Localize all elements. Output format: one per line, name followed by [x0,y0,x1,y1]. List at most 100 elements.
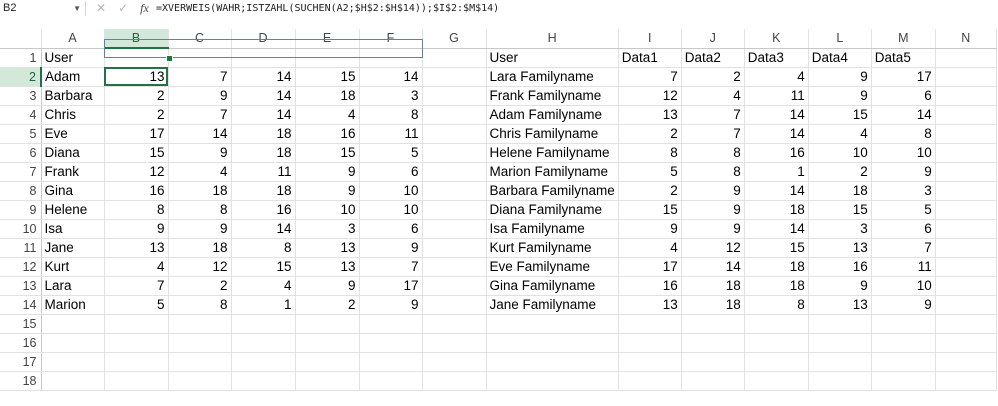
cell-b17[interactable] [104,352,169,372]
cell-l14[interactable]: 13 [808,295,872,315]
cell-d10[interactable]: 14 [231,219,296,239]
cell-m8[interactable]: 3 [871,181,936,201]
cell-l12[interactable]: 16 [808,257,872,277]
cell-l7[interactable]: 2 [808,162,872,182]
cell-h8[interactable]: Barbara Familyname [486,181,619,201]
cell-j1[interactable]: Data2 [681,48,745,68]
cell-j11[interactable]: 12 [681,238,745,258]
close-icon[interactable]: ✕ [96,1,106,15]
cell-m5[interactable]: 8 [871,124,936,144]
cell-k1[interactable]: Data3 [744,48,809,68]
select-all-corner[interactable] [0,29,42,49]
cell-e14[interactable]: 2 [295,295,360,315]
cell-m12[interactable]: 11 [871,257,936,277]
cell-h18[interactable] [486,371,619,391]
cell-l8[interactable]: 18 [808,181,872,201]
cell-h17[interactable] [486,352,619,372]
cell-a11[interactable]: Jane [41,238,105,258]
cell-f5[interactable]: 11 [359,124,423,144]
cell-n6[interactable] [935,143,997,163]
cell-e10[interactable]: 3 [295,219,360,239]
cell-b11[interactable]: 13 [104,238,169,258]
cell-m1[interactable]: Data5 [871,48,936,68]
row-header[interactable]: 17 [0,352,42,372]
cell-n2[interactable] [935,67,997,87]
row-header[interactable]: 4 [0,105,42,125]
cell-l13[interactable]: 9 [808,276,872,296]
cell-b2[interactable]: 13 [104,67,169,87]
cell-a4[interactable]: Chris [41,105,105,125]
cell-k6[interactable]: 16 [744,143,809,163]
cell-j2[interactable]: 2 [681,67,745,87]
cell-l2[interactable]: 9 [808,67,872,87]
cell-i16[interactable] [618,333,682,353]
cell-g13[interactable] [422,276,487,296]
cell-m4[interactable]: 14 [871,105,936,125]
cell-g10[interactable] [422,219,487,239]
cell-h7[interactable]: Marion Familyname [486,162,619,182]
cell-c5[interactable]: 14 [168,124,232,144]
cell-j15[interactable] [681,314,745,334]
cell-f18[interactable] [359,371,423,391]
cell-b18[interactable] [104,371,169,391]
cell-i9[interactable]: 15 [618,200,682,220]
cell-a8[interactable]: Gina [41,181,105,201]
column-header-k[interactable]: K [744,29,809,49]
cell-e16[interactable] [295,333,360,353]
cell-f11[interactable]: 9 [359,238,423,258]
cell-l15[interactable] [808,314,872,334]
cell-j10[interactable]: 9 [681,219,745,239]
cell-d2[interactable]: 14 [231,67,296,87]
cell-c3[interactable]: 9 [168,86,232,106]
cell-h12[interactable]: Eve Familyname [486,257,619,277]
cell-d7[interactable]: 11 [231,162,296,182]
cell-j14[interactable]: 18 [681,295,745,315]
cell-i17[interactable] [618,352,682,372]
cell-a10[interactable]: Isa [41,219,105,239]
cell-b5[interactable]: 17 [104,124,169,144]
cell-f3[interactable]: 3 [359,86,423,106]
cell-c10[interactable]: 9 [168,219,232,239]
cell-k18[interactable] [744,371,809,391]
cell-d16[interactable] [231,333,296,353]
cell-g8[interactable] [422,181,487,201]
cell-a12[interactable]: Kurt [41,257,105,277]
cell-g15[interactable] [422,314,487,334]
cell-a16[interactable] [41,333,105,353]
cell-j4[interactable]: 7 [681,105,745,125]
cell-i18[interactable] [618,371,682,391]
cell-f16[interactable] [359,333,423,353]
cell-f7[interactable]: 6 [359,162,423,182]
cell-n11[interactable] [935,238,997,258]
cell-j5[interactable]: 7 [681,124,745,144]
cell-i1[interactable]: Data1 [618,48,682,68]
cell-l18[interactable] [808,371,872,391]
cell-f6[interactable]: 5 [359,143,423,163]
row-header[interactable]: 14 [0,295,42,315]
cell-k13[interactable]: 18 [744,276,809,296]
cell-i3[interactable]: 12 [618,86,682,106]
cell-b4[interactable]: 2 [104,105,169,125]
cell-n4[interactable] [935,105,997,125]
cell-d9[interactable]: 16 [231,200,296,220]
cell-j12[interactable]: 14 [681,257,745,277]
column-header-g[interactable]: G [422,29,487,49]
row-header[interactable]: 7 [0,162,42,182]
cell-a2[interactable]: Adam [41,67,105,87]
cell-c6[interactable]: 9 [168,143,232,163]
cell-a6[interactable]: Diana [41,143,105,163]
cell-a13[interactable]: Lara [41,276,105,296]
cell-i10[interactable]: 9 [618,219,682,239]
cell-k3[interactable]: 11 [744,86,809,106]
cell-g9[interactable] [422,200,487,220]
cell-j18[interactable] [681,371,745,391]
cell-j9[interactable]: 9 [681,200,745,220]
cell-a15[interactable] [41,314,105,334]
column-header-e[interactable]: E [295,29,360,49]
cell-g7[interactable] [422,162,487,182]
cell-j3[interactable]: 4 [681,86,745,106]
cell-c8[interactable]: 18 [168,181,232,201]
cell-a18[interactable] [41,371,105,391]
cell-m15[interactable] [871,314,936,334]
cell-m16[interactable] [871,333,936,353]
